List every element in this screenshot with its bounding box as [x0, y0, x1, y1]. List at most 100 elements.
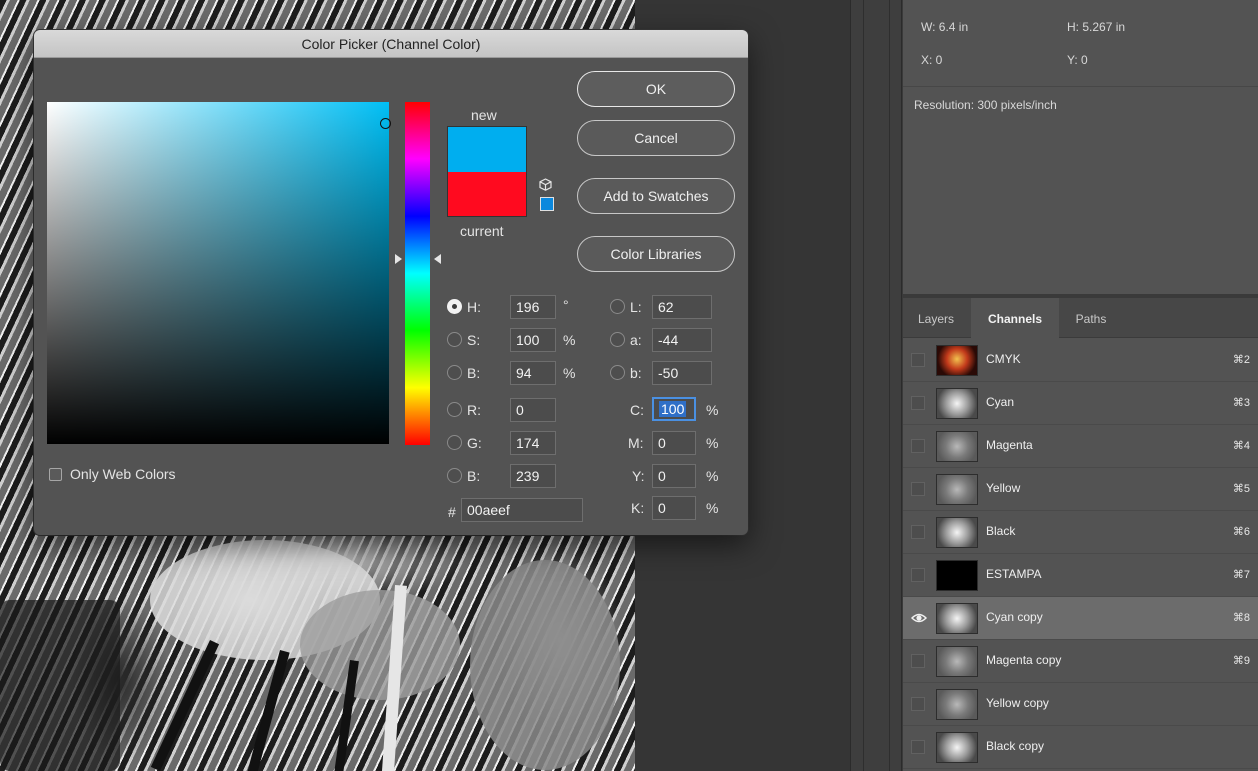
channel-row[interactable]: ESTAMPA ⌘7 — [903, 554, 1258, 597]
channel-shortcut: ⌘7 — [1232, 569, 1250, 581]
tab-channels[interactable]: Channels — [971, 298, 1059, 339]
channel-shortcut: ⌘9 — [1232, 655, 1250, 667]
hue-slider-left-arrow-icon[interactable] — [395, 254, 402, 264]
channel-name: ESTAMPA — [986, 567, 1042, 581]
channel-row[interactable]: Cyan copy ⌘8 — [903, 597, 1258, 640]
b-channel-field[interactable]: -50 — [652, 361, 712, 385]
magenta-label: M: — [628, 435, 644, 451]
hue-field[interactable]: 196 — [510, 295, 556, 319]
black-key-field[interactable]: 0 — [652, 496, 696, 520]
channel-row[interactable]: Black ⌘6 — [903, 511, 1258, 554]
radio-brightness[interactable] — [447, 365, 462, 380]
green-field[interactable]: 174 — [510, 431, 556, 455]
saturation-brightness-field[interactable] — [47, 102, 389, 444]
panel-dock-strip — [850, 0, 902, 771]
channel-row[interactable]: Yellow copy — [903, 683, 1258, 726]
info-width: W: 6.4 in — [921, 20, 969, 34]
radio-red[interactable] — [447, 402, 462, 417]
cancel-button[interactable]: Cancel — [577, 120, 735, 156]
percent-unit: % — [563, 365, 576, 381]
visibility-toggle[interactable] — [911, 396, 925, 410]
channel-thumbnail — [936, 732, 978, 763]
channel-row[interactable]: Magenta ⌘4 — [903, 425, 1258, 468]
current-color-label: current — [460, 223, 504, 239]
hue-slider-right-arrow-icon[interactable] — [434, 254, 441, 264]
visibility-toggle[interactable] — [911, 353, 925, 367]
black-key-label: K: — [631, 500, 645, 516]
radio-a-channel[interactable] — [610, 332, 625, 347]
radio-saturation[interactable] — [447, 332, 462, 347]
radio-lightness[interactable] — [610, 299, 625, 314]
color-libraries-button[interactable]: Color Libraries — [577, 236, 735, 272]
percent-unit: % — [563, 332, 576, 348]
new-color-label: new — [471, 107, 497, 123]
channel-name: Yellow copy — [986, 696, 1049, 710]
hex-field[interactable]: 00aeef — [461, 498, 583, 522]
channel-thumbnail — [936, 431, 978, 462]
red-field[interactable]: 0 — [510, 398, 556, 422]
out-of-gamut-cube-icon[interactable] — [539, 178, 552, 191]
channel-row[interactable]: CMYK ⌘2 — [903, 339, 1258, 382]
radio-green[interactable] — [447, 435, 462, 450]
visibility-toggle[interactable] — [911, 525, 925, 539]
channel-shortcut: ⌘3 — [1232, 397, 1250, 409]
canvas-stroke — [246, 650, 290, 771]
add-to-swatches-button[interactable]: Add to Swatches — [577, 178, 735, 214]
channel-row[interactable]: Black copy — [903, 726, 1258, 769]
percent-unit: % — [706, 500, 719, 516]
radio-blue[interactable] — [447, 468, 462, 483]
channel-name: Yellow — [986, 481, 1021, 495]
panel-tab-bar: Layers Channels Paths — [903, 298, 1258, 339]
visibility-toggle[interactable] — [911, 740, 925, 754]
b-channel-label: b: — [630, 365, 642, 381]
visibility-toggle[interactable] — [911, 439, 925, 453]
green-label: G: — [467, 435, 482, 451]
only-web-colors-checkbox[interactable] — [49, 468, 62, 481]
radio-hue[interactable] — [447, 299, 462, 314]
visibility-toggle[interactable] — [911, 568, 925, 582]
lightness-field[interactable]: 62 — [652, 295, 712, 319]
hue-label: H: — [467, 299, 481, 315]
cyan-label: C: — [630, 402, 644, 418]
visibility-toggle[interactable] — [911, 697, 925, 711]
channel-name: Magenta — [986, 438, 1033, 452]
channels-panel: Layers Channels Paths CMYK ⌘2 Cyan ⌘3 Magent… — [903, 298, 1258, 771]
tab-layers[interactable]: Layers — [903, 298, 969, 338]
channel-row[interactable]: Magenta copy ⌘9 — [903, 640, 1258, 683]
cyan-value: 100 — [659, 401, 687, 417]
current-color-swatch[interactable] — [447, 172, 527, 217]
channel-thumbnail — [936, 560, 978, 591]
eye-icon[interactable] — [910, 611, 928, 625]
a-channel-field[interactable]: -44 — [652, 328, 712, 352]
channel-shortcut: ⌘8 — [1232, 612, 1250, 624]
color-selection-marker[interactable] — [380, 118, 391, 129]
yellow-field[interactable]: 0 — [652, 464, 696, 488]
info-panel: W: 6.4 in H: 5.267 in X: 0 Y: 0 Resoluti… — [903, 0, 1258, 296]
channel-thumbnail — [936, 646, 978, 677]
tab-paths[interactable]: Paths — [1061, 298, 1121, 338]
channel-thumbnail — [936, 474, 978, 505]
channel-row[interactable]: Cyan ⌘3 — [903, 382, 1258, 425]
info-y: Y: 0 — [1067, 53, 1088, 67]
visibility-toggle[interactable] — [911, 482, 925, 496]
visibility-toggle[interactable] — [911, 654, 925, 668]
channel-thumbnail — [936, 388, 978, 419]
blue-field[interactable]: 239 — [510, 464, 556, 488]
canvas-paint-splash — [300, 590, 460, 700]
only-web-colors-label[interactable]: Only Web Colors — [70, 466, 176, 482]
channel-name: Black — [986, 524, 1016, 538]
blue-label: B: — [467, 468, 481, 484]
web-safe-color-swatch[interactable] — [540, 197, 554, 211]
cyan-field[interactable]: 100 — [652, 397, 696, 421]
brightness-field[interactable]: 94 — [510, 361, 556, 385]
channel-name: CMYK — [986, 352, 1021, 366]
hue-slider[interactable] — [405, 102, 430, 445]
channel-row[interactable]: Yellow ⌘5 — [903, 468, 1258, 511]
ok-button[interactable]: OK — [577, 71, 735, 107]
dialog-title[interactable]: Color Picker (Channel Color) — [34, 30, 748, 58]
magenta-field[interactable]: 0 — [652, 431, 696, 455]
saturation-field[interactable]: 100 — [510, 328, 556, 352]
a-channel-label: a: — [630, 332, 642, 348]
radio-b-channel[interactable] — [610, 365, 625, 380]
channel-name: Black copy — [986, 739, 1045, 753]
